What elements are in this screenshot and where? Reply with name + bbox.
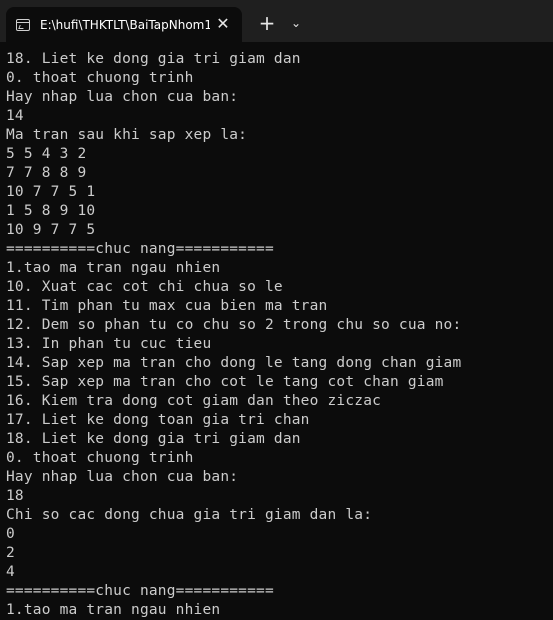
console-line: 0: [6, 526, 15, 542]
new-tab-button[interactable]: +: [255, 11, 279, 35]
console-line: 7 7 8 8 9: [6, 165, 87, 181]
terminal-icon: [16, 18, 30, 31]
tab-dropdown-button[interactable]: ⌄: [286, 11, 306, 35]
terminal-tab[interactable]: E:\hufi\THKTLT\BaiTapNhom1 ✕: [6, 7, 242, 42]
console-line: 15. Sap xep ma tran cho cot le tang cot …: [6, 374, 444, 390]
console-line: Chi so cac dong chua gia tri giam dan la…: [6, 507, 373, 523]
console-line: 1.tao ma tran ngau nhien: [6, 260, 221, 276]
console-line: Ma tran sau khi sap xep la:: [6, 127, 248, 143]
console-line: 13. In phan tu cuc tieu: [6, 336, 212, 352]
title-bar: E:\hufi\THKTLT\BaiTapNhom1 ✕ + ⌄: [0, 0, 553, 42]
console-line: 1 5 8 9 10: [6, 203, 96, 219]
close-tab-button[interactable]: ✕: [214, 15, 232, 33]
console-line: Hay nhap lua chon cua ban:: [6, 469, 239, 485]
console-line: ==========chuc nang===========: [6, 583, 274, 599]
console-output[interactable]: 18. Liet ke dong gia tri giam dan 0. thoa…: [6, 50, 553, 620]
console-line: 18: [6, 488, 24, 504]
console-line: 10 7 7 5 1: [6, 184, 96, 200]
console-line: 5 5 4 3 2: [6, 146, 87, 162]
console-line: 12. Dem so phan tu co chu so 2 trong chu…: [6, 317, 462, 333]
console-line: 10 9 7 7 5: [6, 222, 96, 238]
tab-title: E:\hufi\THKTLT\BaiTapNhom1: [40, 17, 210, 32]
console-line: 10. Xuat cac cot chi chua so le: [6, 279, 283, 295]
console-line: 14: [6, 108, 24, 124]
console-line: 18. Liet ke dong gia tri giam dan: [6, 51, 301, 67]
console-line: 16. Kiem tra dong cot giam dan theo zicz…: [6, 393, 382, 409]
console-line: 14. Sap xep ma tran cho dong le tang don…: [6, 355, 462, 371]
console-line: 18. Liet ke dong gia tri giam dan: [6, 431, 301, 447]
console-line: 17. Liet ke dong toan gia tri chan: [6, 412, 310, 428]
console-line: Hay nhap lua chon cua ban:: [6, 89, 239, 105]
console-line: 2: [6, 545, 15, 561]
console-line: 11. Tim phan tu max cua bien ma tran: [6, 298, 328, 314]
console-line: ==========chuc nang===========: [6, 241, 274, 257]
console-line: 0. thoat chuong trinh: [6, 70, 194, 86]
console-line: 4: [6, 564, 15, 580]
console-line: 0. thoat chuong trinh: [6, 450, 194, 466]
